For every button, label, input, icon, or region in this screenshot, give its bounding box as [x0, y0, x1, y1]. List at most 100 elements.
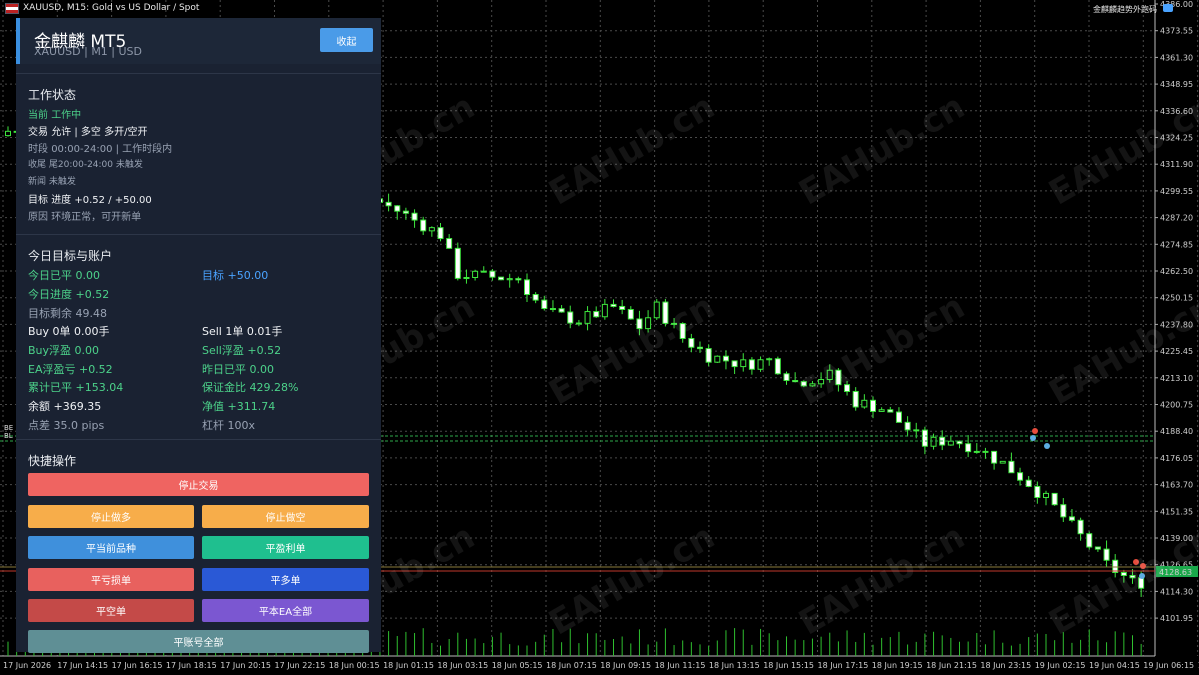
account-equity: 净值 +311.74: [202, 400, 276, 413]
price-axis-label: 4299.55: [1160, 187, 1193, 196]
status-target-label: 目标: [28, 195, 48, 206]
time-axis-label: 18 Jun 00:15: [329, 661, 380, 670]
candle-body: [454, 247, 461, 279]
time-axis-label: 18 Jun 17:15: [818, 661, 869, 670]
status-close-value: 尾20:00-24:00 未触发: [48, 160, 143, 170]
candle-body: [1120, 572, 1127, 577]
candle-body: [549, 308, 556, 311]
account-today-progress: 今日进度 +0.52: [28, 288, 110, 301]
candle-body: [636, 318, 643, 330]
candle-body: [645, 317, 652, 330]
panel-header: 金麒麟 MT5 XAUUSD | M1 | USD 收起: [16, 18, 381, 64]
candle-body: [766, 358, 773, 361]
candle-body: [619, 305, 626, 310]
time-axis-label: 17 Jun 20:15: [220, 661, 271, 670]
price-axis-label: 4114.30: [1160, 587, 1193, 596]
price-axis-label: 4250.15: [1160, 294, 1193, 303]
candle-body: [809, 383, 816, 387]
price-axis-label: 4361.30: [1160, 53, 1193, 62]
candle-body: [532, 294, 539, 301]
candle-body: [887, 409, 894, 413]
candle-body: [835, 369, 842, 386]
stop-long-button[interactable]: 停止做多: [28, 505, 194, 528]
price-axis-label: 4139.00: [1160, 534, 1193, 543]
candle-body: [930, 436, 937, 447]
left-label: BL: [4, 432, 13, 440]
time-axis-label: 19 Jun 04:15: [1089, 661, 1140, 670]
account-target-remaining: 目标剩余 49.48: [28, 307, 107, 320]
candle-body: [748, 359, 755, 370]
status-close-label: 收尾: [28, 160, 47, 170]
price-axis-label: 4311.90: [1160, 160, 1193, 169]
candle-body: [1034, 485, 1041, 498]
candle-body: [627, 308, 634, 320]
time-axis-label: 18 Jun 09:15: [600, 661, 651, 670]
candle-body: [385, 201, 392, 207]
candle-body: [515, 278, 522, 281]
account-margin-ratio: 保证金比 429.28%: [202, 381, 299, 394]
left-edge-labels: BE BL: [4, 424, 13, 440]
time-axis-label: 18 Jun 13:15: [709, 661, 760, 670]
candle-body: [610, 303, 617, 307]
candle-body: [679, 323, 686, 339]
candle-body: [792, 380, 799, 383]
close-loss-button[interactable]: 平亏损单: [28, 568, 194, 591]
candle-body: [653, 301, 660, 319]
status-news-value: 未触发: [48, 177, 76, 187]
candle-body: [740, 359, 747, 368]
candle-body: [472, 270, 479, 279]
candle-body: [437, 227, 444, 240]
stop-trading-button[interactable]: 停止交易: [28, 473, 369, 496]
close-buy-button[interactable]: 平多单: [202, 568, 369, 591]
status-session: 时段 00:00-24:00 | 工作时段内: [28, 140, 172, 155]
time-axis-label: 17 Jun 22:15: [275, 661, 326, 670]
time-axis-label: 17 Jun 2026: [3, 661, 51, 670]
candle-body: [991, 450, 998, 464]
price-axis-label: 4324.25: [1160, 134, 1193, 143]
candle-body: [947, 440, 954, 446]
collapse-button[interactable]: 收起: [320, 28, 373, 52]
quick-actions-section: 快捷操作 停止交易 停止做多 停止做空 平当前品种 平盈利单 平亏损单 平多单 …: [16, 439, 381, 653]
status-section: 工作状态 当前 工作中 交易 允许 | 多空 多开/空开 时段 00:00-24…: [16, 73, 381, 234]
account-target: 目标 +50.00: [202, 269, 269, 282]
candle-body: [558, 308, 565, 313]
close-account-all-button[interactable]: 平账号全部: [28, 630, 369, 653]
status-session-value: 00:00-24:00 | 工作时段内: [51, 144, 173, 155]
account-buy-count: Buy 0单 0.00手: [28, 325, 110, 338]
candle-body: [411, 212, 418, 221]
status-session-label: 时段: [28, 144, 48, 155]
candle-body: [402, 210, 409, 214]
candle-body: [1008, 460, 1015, 474]
account-balance: 余额 +369.35: [28, 400, 102, 413]
candle-body: [965, 443, 972, 453]
candle-body: [1138, 577, 1145, 589]
time-axis-label: 18 Jun 15:15: [763, 661, 814, 670]
chart-header: XAUUSD, M15: Gold vs US Dollar / Spot: [0, 0, 199, 16]
candle-body: [1043, 492, 1049, 498]
candle-body: [5, 130, 11, 137]
candle-body: [1025, 479, 1032, 487]
account-sell-count: Sell 1单 0.01手: [202, 325, 283, 338]
ea-hat-icon[interactable]: [1163, 4, 1173, 12]
close-profit-button[interactable]: 平盈利单: [202, 536, 369, 559]
candle-body: [662, 301, 669, 324]
close-ea-all-button[interactable]: 平本EA全部: [202, 599, 369, 622]
status-current-value: 工作中: [51, 110, 82, 121]
candle-body: [714, 355, 721, 363]
exit-marker: [1044, 443, 1050, 449]
candle-body: [601, 303, 608, 318]
sell-marker: [1133, 559, 1139, 565]
price-axis-label: 4176.05: [1160, 454, 1193, 463]
time-axis-label: 18 Jun 21:15: [926, 661, 977, 670]
candle-body: [1060, 504, 1067, 518]
status-news: 新闻 未触发: [28, 174, 76, 187]
candle-body: [852, 390, 859, 408]
close-sell-button[interactable]: 平空单: [28, 599, 194, 622]
candle-body: [489, 270, 496, 278]
stop-short-button[interactable]: 停止做空: [202, 505, 369, 528]
close-symbol-button[interactable]: 平当前品种: [28, 536, 194, 559]
candle-body: [861, 399, 868, 408]
candle-body: [818, 379, 825, 385]
status-trade: 交易 允许 | 多空 多开/空开: [28, 123, 147, 138]
price-axis-label: 4348.95: [1160, 80, 1193, 89]
